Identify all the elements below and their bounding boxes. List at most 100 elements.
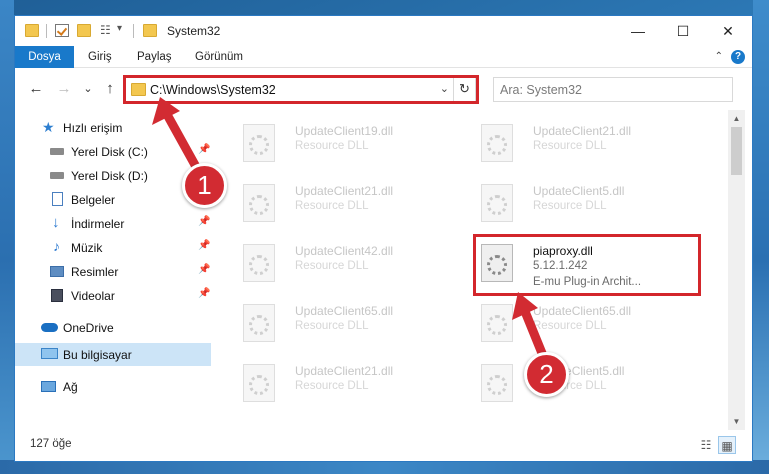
- sidebar-item-label: Müzik: [71, 241, 103, 255]
- file-type: Resource DLL: [533, 140, 607, 152]
- file-type: Resource DLL: [295, 320, 369, 332]
- network-icon: [41, 381, 56, 392]
- file-item[interactable]: UpdateClient65.dll Resource DLL: [471, 298, 691, 348]
- new-folder-icon[interactable]: [77, 24, 91, 37]
- sidebar-item-label: Bu bilgisayar: [63, 348, 132, 362]
- status-bar: 127 öğe ☷ ▦: [15, 430, 752, 461]
- folder-icon: [25, 24, 39, 37]
- pin-icon: 📌: [198, 288, 211, 299]
- sidebar-item-label: Belgeler: [71, 193, 116, 207]
- file-item[interactable]: UpdateClient5.dll Resource DLL: [471, 178, 691, 228]
- sidebar-item-label: Hızlı erişim: [63, 121, 123, 135]
- documents-icon: [52, 192, 63, 206]
- dll-file-icon: [243, 124, 275, 162]
- tab-share[interactable]: Paylaş: [127, 46, 182, 68]
- scroll-thumb[interactable]: [731, 127, 742, 175]
- recent-locations-button[interactable]: ⌄: [77, 78, 99, 100]
- file-type: Resource DLL: [295, 260, 369, 272]
- file-highlight-box: [473, 234, 701, 296]
- desktop-background-right: [753, 0, 769, 474]
- music-icon: ♪: [53, 238, 60, 254]
- dll-file-icon: [243, 364, 275, 402]
- file-name: UpdateClient42.dll: [295, 244, 394, 258]
- file-type: Resource DLL: [295, 140, 369, 152]
- pin-icon: 📌: [198, 216, 211, 227]
- sidebar-item-pictures[interactable]: Resimler 📌: [15, 260, 211, 283]
- customize-toolbar-icon[interactable]: ☷: [100, 23, 114, 37]
- navigation-bar: ← → ⌄ ↑ C:\Windows\System32 ⌄ ↻ Ara: Sys…: [15, 69, 752, 109]
- dll-file-icon: [481, 124, 513, 162]
- sidebar-item-label: Videolar: [71, 289, 115, 303]
- dll-file-icon: [243, 244, 275, 282]
- ribbon-tabs: Dosya Giriş Paylaş Görünüm ⌃ ?: [15, 46, 752, 68]
- file-item[interactable]: UpdateClient21.dll Resource DLL: [233, 178, 453, 228]
- search-input[interactable]: Ara: System32: [493, 77, 733, 102]
- title-separator: [133, 24, 134, 38]
- pictures-icon: [50, 266, 64, 277]
- sidebar-item-music[interactable]: ♪ Müzik 📌: [15, 236, 211, 259]
- desktop-background-left: [0, 0, 14, 474]
- file-explorer-window: ☷ ▾ System32 — ☐ ✕ Dosya Giriş Paylaş Gö…: [14, 15, 753, 462]
- tab-file[interactable]: Dosya: [15, 46, 74, 68]
- tab-home[interactable]: Giriş: [78, 46, 122, 68]
- sidebar-item-label: OneDrive: [63, 321, 114, 335]
- back-button[interactable]: ←: [25, 78, 47, 100]
- drive-icon: [50, 172, 64, 179]
- window-folder-icon: [143, 24, 157, 37]
- sidebar-item-this-pc[interactable]: Bu bilgisayar: [15, 343, 211, 366]
- file-type: Resource DLL: [533, 200, 607, 212]
- sidebar-item-network[interactable]: Ağ: [15, 375, 211, 398]
- large-icons-view-icon[interactable]: ▦: [718, 436, 736, 454]
- videos-icon: [51, 289, 63, 302]
- file-item[interactable]: UpdateClient21.dll Resource DLL: [233, 358, 453, 408]
- title-bar: ☷ ▾ System32 — ☐ ✕: [15, 16, 752, 46]
- file-name: UpdateClient65.dll: [295, 304, 394, 318]
- help-icon[interactable]: ?: [731, 50, 745, 64]
- file-name: UpdateClient21.dll: [295, 364, 394, 378]
- file-item[interactable]: UpdateClient5.dll Resource DLL: [471, 358, 691, 408]
- maximize-button[interactable]: ☐: [660, 16, 706, 46]
- close-button[interactable]: ✕: [705, 16, 751, 46]
- dll-file-icon: [243, 304, 275, 342]
- scroll-up-icon[interactable]: ▲: [728, 110, 745, 127]
- file-name: UpdateClient19.dll: [295, 124, 394, 138]
- details-view-icon[interactable]: ☷: [697, 436, 715, 454]
- sidebar-item-label: Ağ: [63, 380, 78, 394]
- file-type: Resource DLL: [295, 380, 369, 392]
- sidebar-item-label: İndirmeler: [71, 217, 125, 231]
- file-item[interactable]: UpdateClient19.dll Resource DLL: [233, 118, 453, 168]
- properties-icon[interactable]: [55, 24, 69, 37]
- vertical-scrollbar[interactable]: ▲ ▼: [728, 110, 745, 430]
- sidebar-item-label: Yerel Disk (C:): [71, 145, 148, 159]
- file-item[interactable]: UpdateClient65.dll Resource DLL: [233, 298, 453, 348]
- up-button[interactable]: ↑: [99, 78, 121, 100]
- tab-view[interactable]: Görünüm: [185, 46, 253, 68]
- file-item[interactable]: UpdateClient42.dll Resource DLL: [233, 238, 453, 288]
- step-badge-1: 1: [182, 163, 227, 208]
- title-separator: [46, 24, 47, 38]
- forward-button[interactable]: →: [53, 78, 75, 100]
- file-name: UpdateClient21.dll: [295, 184, 394, 198]
- sidebar-item-videos[interactable]: Videolar 📌: [15, 284, 211, 307]
- dll-file-icon: [481, 184, 513, 222]
- scroll-down-icon[interactable]: ▼: [728, 413, 745, 430]
- minimize-button[interactable]: —: [615, 16, 661, 46]
- star-icon: ★: [42, 119, 55, 135]
- toolbar-dropdown-icon[interactable]: ▾: [117, 23, 131, 36]
- dll-file-icon: [243, 184, 275, 222]
- sidebar-item-onedrive[interactable]: OneDrive: [15, 316, 211, 339]
- window-title: System32: [167, 24, 221, 38]
- item-count: 127 öğe: [30, 438, 72, 450]
- sidebar-item-label: Yerel Disk (D:): [71, 169, 148, 183]
- file-name: UpdateClient21.dll: [533, 124, 632, 138]
- sidebar-item-label: Resimler: [71, 265, 119, 279]
- pin-icon: 📌: [198, 240, 211, 251]
- search-placeholder: Ara: System32: [500, 83, 582, 97]
- file-type: Resource DLL: [295, 200, 369, 212]
- computer-icon: [41, 348, 58, 359]
- drive-icon: [50, 148, 64, 155]
- file-item[interactable]: UpdateClient21.dll Resource DLL: [471, 118, 691, 168]
- sidebar-item-downloads[interactable]: ↓ İndirmeler 📌: [15, 212, 211, 235]
- collapse-ribbon-icon[interactable]: ⌃: [715, 51, 723, 62]
- downloads-icon: ↓: [52, 214, 60, 231]
